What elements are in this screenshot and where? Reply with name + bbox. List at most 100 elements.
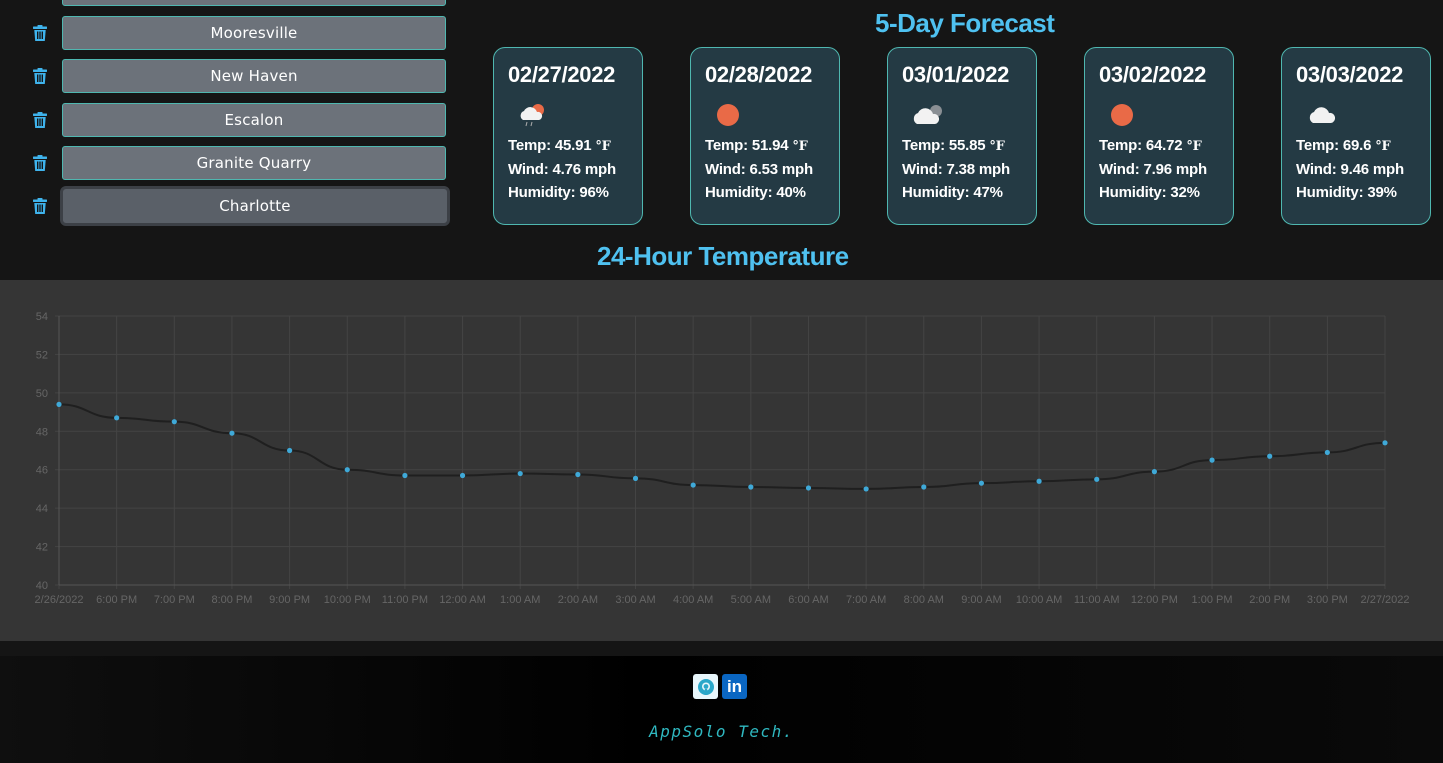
forecast-wind: Wind: 9.46 mph [1296,161,1404,178]
city-row: New Haven [29,58,449,94]
x-tick-label: 3:00 PM [1307,594,1348,606]
city-button[interactable]: Granite Quarry [62,146,446,180]
temperature-data-point [978,480,985,486]
forecast-temp: Temp: 45.91 °F [508,134,642,158]
forecast-card: 03/02/2022 Temp: 64.72 °F Wind: 7.96 mph Hu… [1084,47,1234,225]
x-tick-label: 1:00 AM [500,594,540,606]
y-tick-label: 40 [36,580,48,592]
x-tick-label: 12:00 AM [439,594,485,606]
y-tick-label: 52 [36,349,48,361]
github-icon [697,678,714,695]
y-tick-label: 44 [36,503,48,515]
temperature-data-point [1036,478,1042,484]
x-tick-label: 4:00 AM [673,594,713,606]
temperature-data-point [921,484,927,490]
temperature-data-point [632,475,639,481]
x-tick-label: 10:00 AM [1016,594,1062,606]
forecast-humidity: Humidity: 47% [902,184,1003,201]
forecast-card: 02/27/2022 Temp: 45.91 °F Wind: 4.76 mph Hu… [493,47,643,225]
x-tick-label: 2:00 AM [558,594,598,606]
temperature-data-point [1151,469,1157,475]
forecast-wind: Wind: 4.76 mph [508,161,616,178]
forecast-temp-value: Temp: 45.91 [508,137,596,154]
trash-icon[interactable] [29,109,51,131]
linkedin-link[interactable]: in [722,674,747,699]
city-button-partial[interactable] [62,0,446,6]
chart-title: 24-Hour Temperature [597,241,849,271]
x-tick-label: 6:00 PM [96,594,137,606]
temperature-data-point [171,419,177,425]
trash-icon[interactable] [29,195,51,217]
temperature-data-point [229,430,235,436]
cloud-icon [1306,96,1430,134]
x-tick-label: 11:00 AM [1074,594,1120,606]
city-button[interactable]: Escalon [62,103,446,137]
temp-unit: °F [989,139,1005,154]
forecast-temp-value: Temp: 64.72 [1099,137,1187,154]
cloudy-icon [912,96,1036,134]
forecast-date: 02/28/2022 [705,62,813,87]
temperature-data-point [344,467,350,473]
temp-unit: °F [595,139,611,154]
temperature-line-chart: 40 42 44 46 48 50 52 54 2/26/2022 6:00 PM 7:00 PM 8… [35,311,1410,606]
city-button[interactable]: Mooresville [62,16,446,50]
temperature-data-point [402,472,408,479]
city-row: Granite Quarry [29,145,449,181]
temperature-data-point [517,470,523,477]
city-button[interactable]: New Haven [62,59,446,93]
forecast-card: 02/28/2022 Temp: 51.94 °F Wind: 6.53 mph Hu… [690,47,840,225]
forecast-date: 03/02/2022 [1099,62,1207,87]
trash-icon[interactable] [29,152,51,174]
forecast-humidity: Humidity: 96% [508,184,609,201]
forecast-date: 03/01/2022 [902,62,1010,87]
x-tick-label: 7:00 PM [154,594,195,606]
x-tick-label: 2/27/2022 [1361,594,1410,606]
forecast-temp: Temp: 51.94 °F [705,134,839,158]
brand-name: AppSolo Tech. [649,722,794,741]
footer [0,656,1443,763]
chart-panel: 40 42 44 46 48 50 52 54 2/26/2022 6:00 PM 7:00 PM 8… [0,280,1443,641]
forecast-wind: Wind: 7.96 mph [1099,161,1207,178]
temperature-data-point [1094,476,1100,482]
city-button[interactable]: Charlotte [60,186,450,226]
temperature-data-point [1324,449,1330,456]
city-row: Charlotte [29,186,450,226]
sun-icon [1109,96,1233,134]
x-tick-label: 2/26/2022 [35,594,84,606]
forecast-temp-value: Temp: 51.94 [705,137,793,154]
city-row: Mooresville [29,15,449,51]
x-tick-label: 9:00 PM [269,594,310,606]
x-tick-label: 2:00 PM [1249,594,1290,606]
temperature-data-point [690,482,696,488]
x-tick-label: 10:00 PM [324,594,371,606]
x-tick-label: 1:00 PM [1192,594,1233,606]
x-tick-label: 5:00 AM [731,594,771,606]
x-tick-label: 7:00 AM [846,594,886,606]
forecast-temp: Temp: 69.6 °F [1296,134,1430,158]
temperature-data-point [805,485,812,491]
x-tick-label: 8:00 PM [211,594,252,606]
y-tick-label: 42 [36,542,48,554]
github-link[interactable] [693,674,718,699]
forecast-card: 03/03/2022 Temp: 69.6 °F Wind: 9.46 mph Hum… [1281,47,1431,225]
city-row: Escalon [29,102,449,138]
linkedin-icon: in [726,676,743,696]
temperature-data-point [1209,457,1215,463]
x-tick-label: 9:00 AM [961,594,1001,606]
temperature-data-point [56,401,62,407]
x-tick-label: 3:00 AM [615,594,655,606]
x-tick-label: 8:00 AM [904,594,944,606]
y-tick-label: 46 [36,465,48,477]
x-tick-label: 6:00 AM [788,594,828,606]
forecast-temp-value: Temp: 55.85 [902,137,990,154]
temperature-data-point [287,447,293,454]
temperature-data-point [459,472,466,479]
temperature-data-point [1267,453,1273,459]
trash-icon[interactable] [29,22,51,44]
trash-icon[interactable] [29,65,51,87]
x-tick-label: 11:00 PM [382,594,428,606]
forecast-wind: Wind: 7.38 mph [902,161,1010,178]
rain-cloud-sun-icon [518,96,642,134]
temperature-data-point [748,484,754,490]
temperature-data-point [863,486,869,492]
